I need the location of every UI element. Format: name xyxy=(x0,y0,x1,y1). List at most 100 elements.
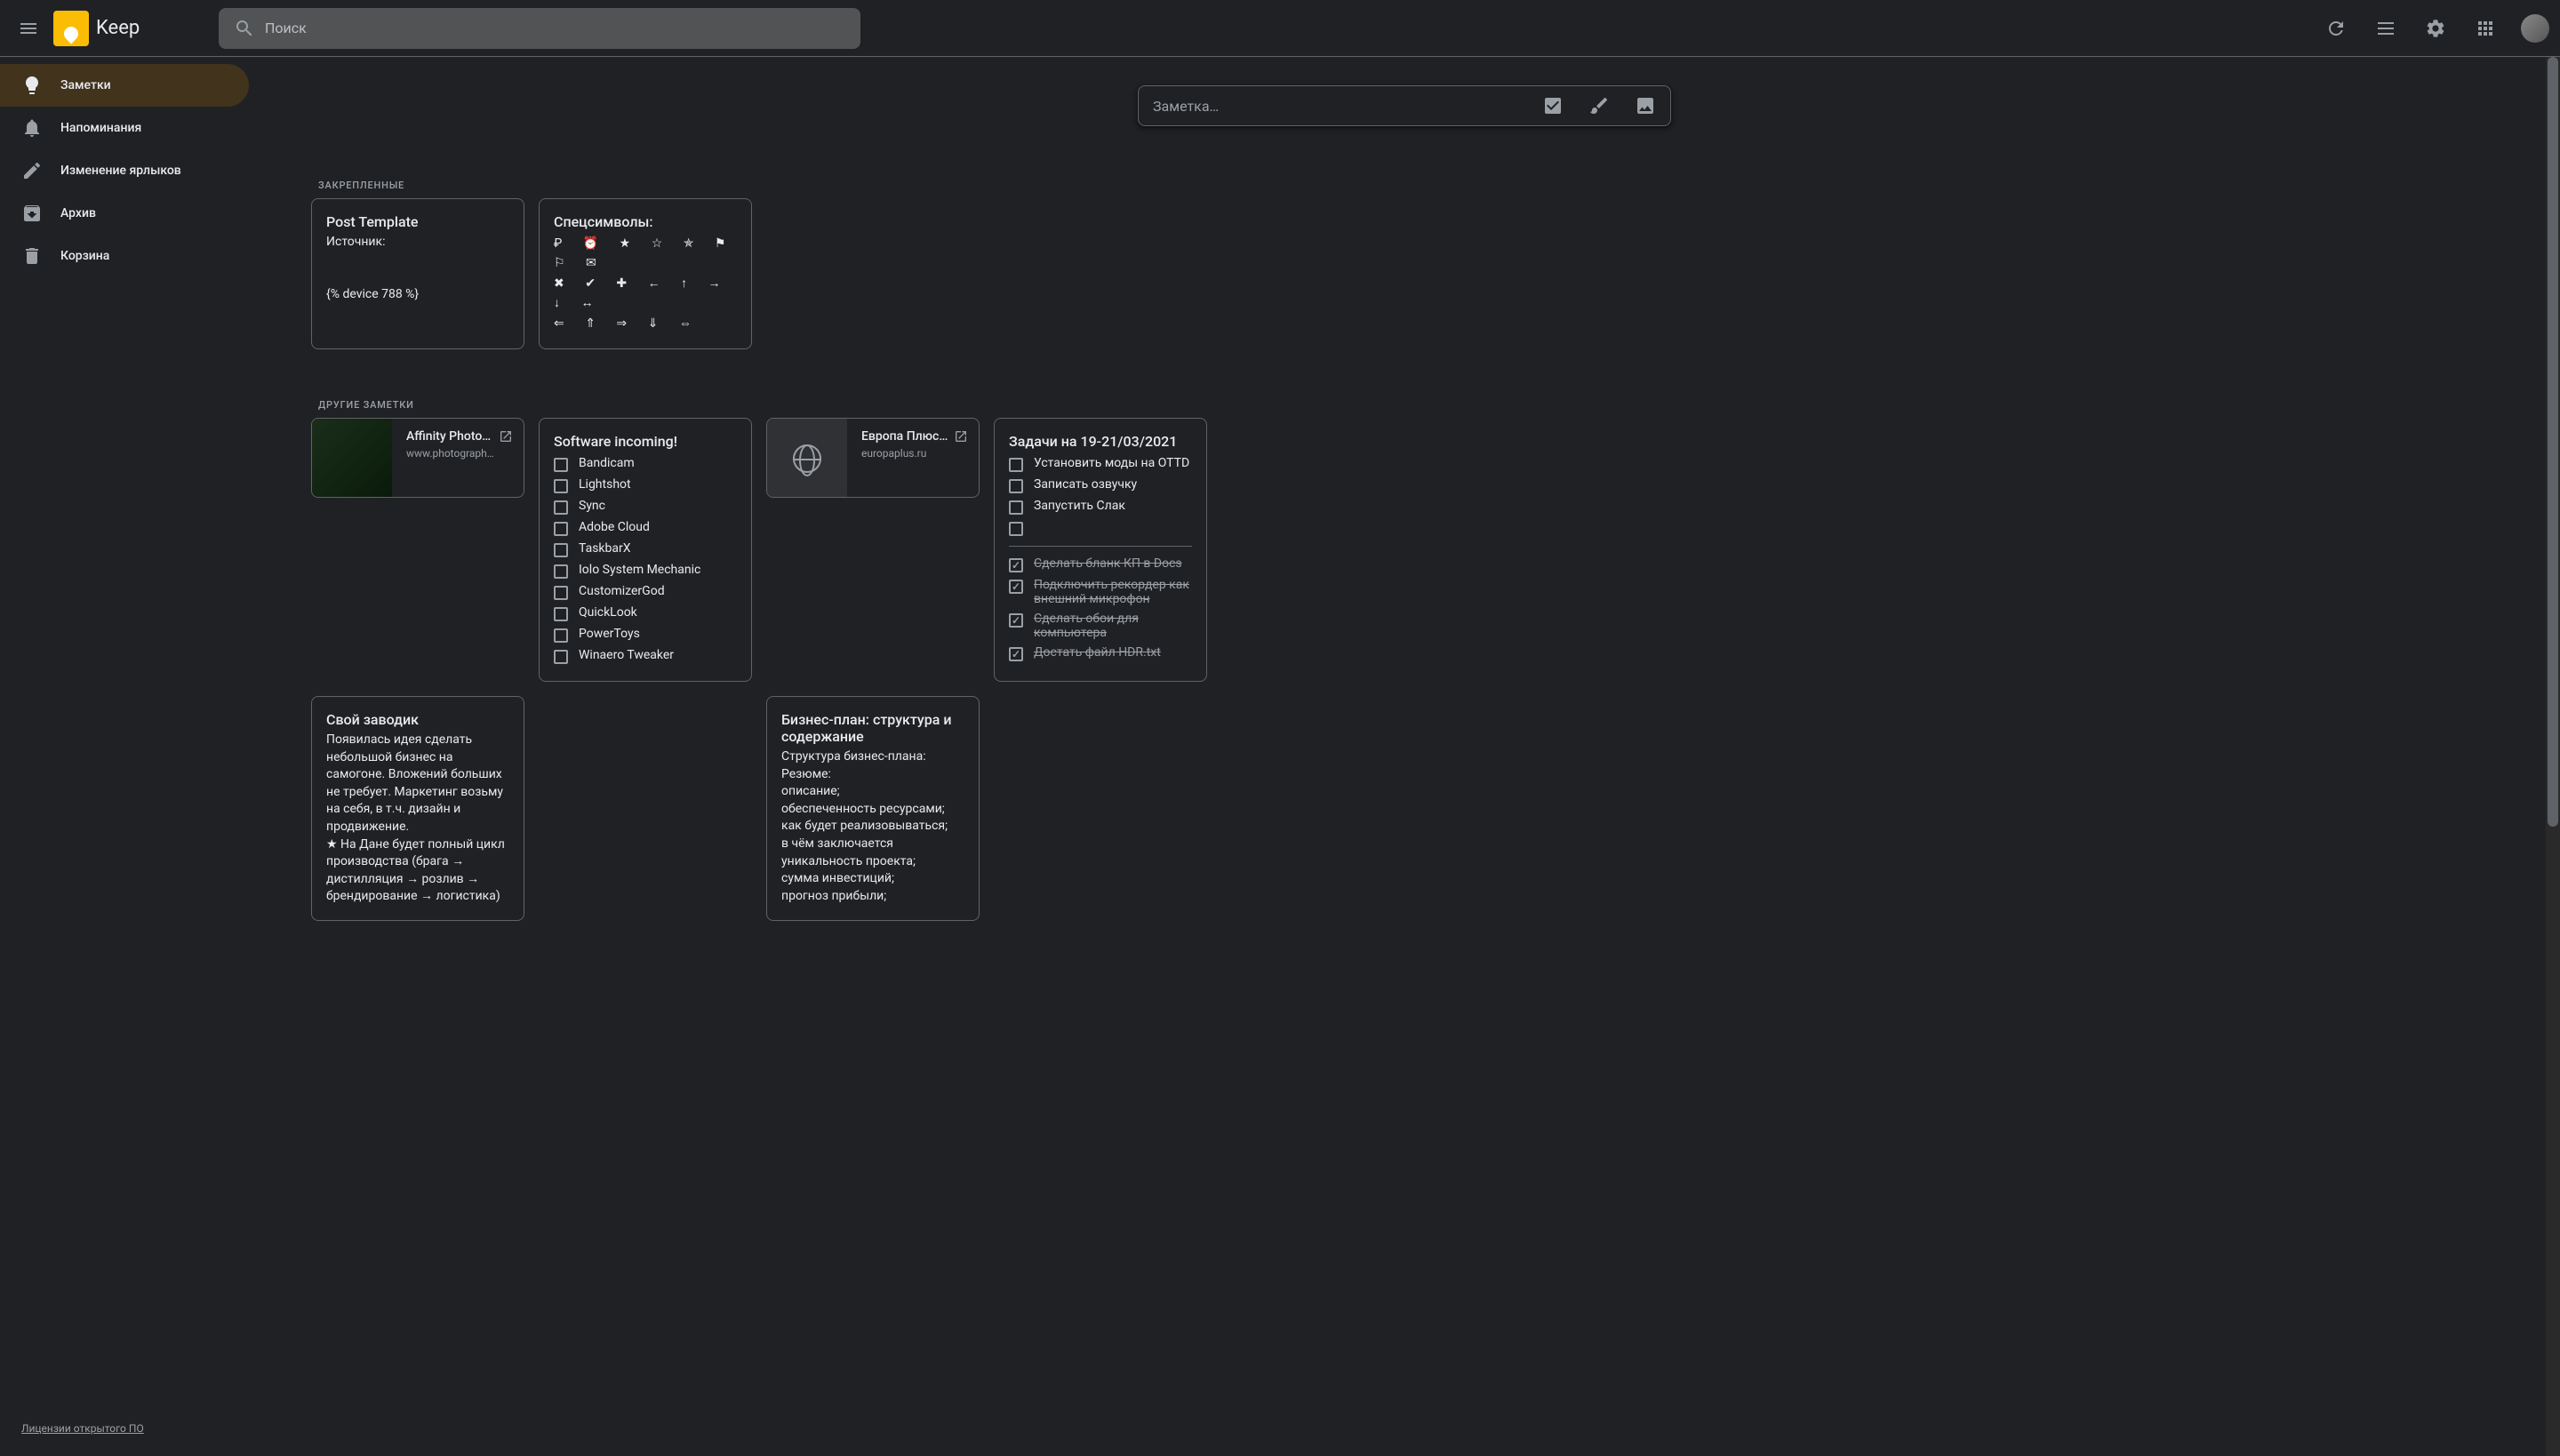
user-avatar[interactable] xyxy=(2521,14,2549,43)
checklist-text: PowerToys xyxy=(579,627,640,641)
checkbox-checked[interactable] xyxy=(1009,580,1023,594)
sidebar-item-edit-labels[interactable]: Изменение ярлыков xyxy=(0,149,249,192)
pinned-notes-grid: Post Template Источник: {% device 788 %}… xyxy=(311,198,2498,349)
checklist-text: Сделать бланк КП в Docs xyxy=(1034,556,1182,571)
checkbox[interactable] xyxy=(554,522,568,536)
checklist-text: Достать файл HDR.txt xyxy=(1034,645,1161,660)
note-card-zavod[interactable]: Свой заводик Появилась идея сделать небо… xyxy=(311,696,524,921)
trash-icon xyxy=(21,245,43,267)
app-name: Keep xyxy=(92,17,140,39)
sidebar: Заметки Напоминания Изменение ярлыков Ар… xyxy=(0,57,249,1456)
checkbox[interactable] xyxy=(1009,458,1023,472)
note-card-biznes[interactable]: Бизнес-план: структура и содержание Стру… xyxy=(766,696,980,921)
search-input[interactable] xyxy=(265,20,855,36)
checklist-item[interactable]: Сделать бланк КП в Docs xyxy=(1009,554,1192,575)
sidebar-item-label: Архив xyxy=(60,206,96,220)
checklist-item[interactable]: Iolo System Mechanic xyxy=(554,560,737,581)
checklist-pending: Установить моды на OTTD Записать озвучку З… xyxy=(1009,453,1192,539)
link-card-affinity[interactable]: Affinity Photo… www.photograph… xyxy=(311,418,524,498)
checklist-item[interactable]: Bandicam xyxy=(554,453,737,475)
checkbox[interactable] xyxy=(554,586,568,600)
new-drawing-button[interactable] xyxy=(1588,95,1610,116)
checkbox[interactable] xyxy=(554,479,568,493)
checkbox-checked[interactable] xyxy=(1009,613,1023,628)
header-left: Keep xyxy=(7,7,219,50)
scrollbar[interactable] xyxy=(2546,57,2560,1456)
main-menu-button[interactable] xyxy=(7,7,50,50)
checkbox[interactable] xyxy=(1009,500,1023,515)
note-title: Post Template xyxy=(326,213,509,230)
checkbox-checked[interactable] xyxy=(1009,647,1023,661)
checklist-item[interactable]: TaskbarX xyxy=(554,539,737,560)
checklist-text: Bandicam xyxy=(579,456,635,470)
checklist-item[interactable]: Adobe Cloud xyxy=(554,517,737,539)
archive-icon xyxy=(21,203,43,224)
search-bar[interactable] xyxy=(219,8,860,49)
checklist-item[interactable]: Запустить Слак xyxy=(1009,496,1192,517)
checklist-item[interactable]: Достать файл HDR.txt xyxy=(1009,643,1192,664)
sidebar-item-trash[interactable]: Корзина xyxy=(0,235,249,277)
note-title: Свой заводик xyxy=(326,711,509,728)
checkbox-checked[interactable] xyxy=(1009,558,1023,572)
note-card-software[interactable]: Software incoming! BandicamLightshotSync… xyxy=(539,418,752,682)
checklist-text: Установить моды на OTTD xyxy=(1034,456,1189,470)
apps-button[interactable] xyxy=(2464,7,2507,50)
open-link-button[interactable] xyxy=(495,426,516,447)
checklist-item[interactable] xyxy=(1009,517,1192,539)
new-note-input[interactable]: Заметка… xyxy=(1138,85,1671,126)
settings-button[interactable] xyxy=(2414,7,2457,50)
globe-icon xyxy=(793,444,821,473)
search-button[interactable] xyxy=(224,8,265,49)
note-card-post-template[interactable]: Post Template Источник: {% device 788 %} xyxy=(311,198,524,349)
other-notes-section-label: ДРУГИЕ ЗАМЕТКИ xyxy=(311,399,2498,418)
note-card-symbols[interactable]: Спецсимволы: ₽ ⏰ ★ ☆ ✯ ⚑ ⚐ ✉ ✖ ✔ ✚ ← ↑ →… xyxy=(539,198,752,349)
sidebar-item-label: Корзина xyxy=(60,249,109,263)
checklist-item[interactable]: Winaero Tweaker xyxy=(554,645,737,667)
checkbox[interactable] xyxy=(554,500,568,515)
divider xyxy=(1009,546,1192,547)
open-link-button[interactable] xyxy=(950,426,972,447)
note-title: Задачи на 19-21/03/2021 xyxy=(1009,433,1192,450)
checkbox[interactable] xyxy=(554,607,568,621)
checklist-item[interactable]: CustomizerGod xyxy=(554,581,737,603)
checkbox[interactable] xyxy=(554,628,568,643)
sidebar-item-reminders[interactable]: Напоминания xyxy=(0,107,249,149)
checklist-text: Запустить Слак xyxy=(1034,499,1125,513)
apps-grid-icon xyxy=(2475,18,2496,39)
open-source-licenses-link[interactable]: Лицензии открытого ПО xyxy=(0,1408,249,1456)
checklist-text: Lightshot xyxy=(579,477,631,492)
open-in-new-icon xyxy=(954,429,968,444)
open-in-new-icon xyxy=(499,429,513,444)
app-logo[interactable]: Keep xyxy=(50,11,140,46)
checklist-item[interactable]: QuickLook xyxy=(554,603,737,624)
scrollbar-thumb[interactable] xyxy=(2548,57,2558,827)
checkbox[interactable] xyxy=(1009,522,1023,536)
refresh-button[interactable] xyxy=(2315,7,2357,50)
checklist-item[interactable]: Подключить рекордер как внешний микрофон xyxy=(1009,575,1192,609)
list-view-button[interactable] xyxy=(2364,7,2407,50)
checkbox[interactable] xyxy=(554,564,568,579)
checkbox[interactable] xyxy=(554,650,568,664)
checkbox[interactable] xyxy=(1009,479,1023,493)
other-notes-grid-row2: Свой заводик Появилась идея сделать небо… xyxy=(311,696,2498,921)
checkbox[interactable] xyxy=(554,543,568,557)
note-body: Источник: {% device 788 %} xyxy=(326,234,509,303)
checklist-item[interactable]: Lightshot xyxy=(554,475,737,496)
link-card-europa[interactable]: Европа Плюс… europaplus.ru xyxy=(766,418,980,498)
checklist-item[interactable]: Sync xyxy=(554,496,737,517)
checkbox-icon xyxy=(1542,95,1564,116)
sidebar-item-notes[interactable]: Заметки xyxy=(0,64,249,107)
pencil-icon xyxy=(21,160,43,181)
checkbox[interactable] xyxy=(554,458,568,472)
link-thumbnail xyxy=(767,419,847,498)
new-image-note-button[interactable] xyxy=(1635,95,1656,116)
new-list-button[interactable] xyxy=(1542,95,1564,116)
checklist-item[interactable]: PowerToys xyxy=(554,624,737,645)
checklist-item[interactable]: Установить моды на OTTD xyxy=(1009,453,1192,475)
content-area: Заметка… ЗАКРЕПЛЕННЫЕ Post Template Исто… xyxy=(249,57,2560,1456)
checklist-item[interactable]: Записать озвучку xyxy=(1009,475,1192,496)
link-title: Европа Плюс… xyxy=(861,429,948,444)
note-card-tasks[interactable]: Задачи на 19-21/03/2021 Установить моды … xyxy=(994,418,1207,682)
sidebar-item-archive[interactable]: Архив xyxy=(0,192,249,235)
checklist-item[interactable]: Сделать обои для компьютера xyxy=(1009,609,1192,643)
